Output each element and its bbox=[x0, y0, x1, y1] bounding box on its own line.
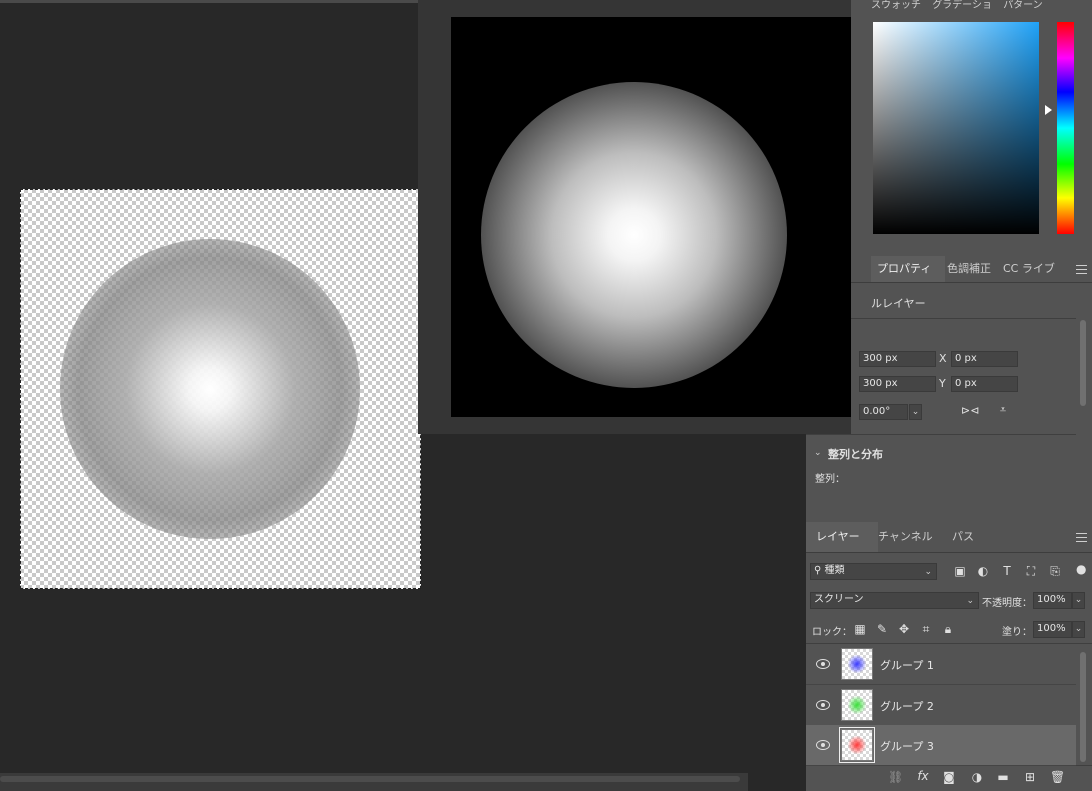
layers-menu-icon[interactable] bbox=[1076, 533, 1087, 542]
chevron-down-icon: ⌄ bbox=[966, 596, 974, 606]
eye-icon[interactable] bbox=[816, 659, 830, 669]
chevron-down-icon: ⌄ bbox=[924, 567, 932, 577]
lock-pixels-icon[interactable]: ✎ bbox=[876, 622, 888, 636]
layer-name[interactable]: グループ 3 bbox=[880, 738, 934, 754]
link-icon[interactable]: ⛓ bbox=[888, 770, 903, 784]
opacity-field[interactable]: 100% bbox=[1033, 592, 1072, 609]
lock-all-icon[interactable]: 🔒︎ bbox=[942, 622, 954, 637]
tab-swatches[interactable]: スウォッチ bbox=[871, 0, 921, 10]
filter-adjustment-icon[interactable]: ◐ bbox=[976, 564, 990, 578]
hue-slider-marker[interactable] bbox=[1045, 105, 1052, 115]
transparent-canvas[interactable] bbox=[20, 189, 421, 589]
x-label: X bbox=[939, 352, 947, 365]
trash-icon[interactable]: 🗑︎ bbox=[1050, 770, 1065, 784]
angle-field[interactable]: 0.00° bbox=[859, 404, 908, 420]
properties-tab-row: プロパティ 色調補正 CC ライブ bbox=[851, 256, 1092, 283]
y-label: Y bbox=[939, 377, 946, 390]
new-layer-icon[interactable]: ⊞ bbox=[1023, 770, 1037, 784]
flip-vertical-icon[interactable]: ⩡ bbox=[996, 403, 1010, 417]
layer-row-selected[interactable]: グループ 3 bbox=[806, 725, 1076, 766]
blend-mode-label: スクリーン bbox=[814, 594, 864, 605]
tab-properties[interactable]: プロパティ bbox=[871, 256, 945, 282]
layers-scrollbar[interactable] bbox=[1080, 652, 1086, 762]
lock-transparency-icon[interactable]: ▦ bbox=[854, 622, 866, 636]
tab-channels[interactable]: チャンネル bbox=[878, 522, 933, 552]
gray-glow-image bbox=[60, 239, 360, 539]
fill-label: 塗り： bbox=[1002, 627, 1032, 638]
chevron-down-icon[interactable]: ⌄ bbox=[814, 448, 822, 458]
height-field[interactable]: 300 px bbox=[859, 376, 936, 392]
filter-toggle-icon[interactable]: ● bbox=[1076, 562, 1086, 576]
eye-icon[interactable] bbox=[816, 740, 830, 750]
align-label: 整列： bbox=[815, 474, 845, 485]
adjustment-icon[interactable]: ◑ bbox=[970, 770, 984, 784]
layer-filter-dropdown[interactable]: ⚲ 種類 ⌄ bbox=[810, 563, 937, 580]
lock-label: ロック： bbox=[812, 627, 852, 638]
tab-adjustments[interactable]: 色調補正 bbox=[947, 256, 991, 282]
properties-panel-lower: ⌄ 整列と分布 整列： bbox=[806, 434, 1092, 522]
x-field[interactable]: 0 px bbox=[951, 351, 1018, 367]
blend-mode-dropdown[interactable]: スクリーン ⌄ bbox=[810, 592, 979, 609]
fill-dropdown[interactable]: ⌄ bbox=[1072, 621, 1085, 638]
flip-horizontal-icon[interactable]: ⊳⊲ bbox=[961, 404, 979, 417]
filter-shape-icon[interactable]: ⛶ bbox=[1024, 564, 1038, 579]
thumbnail-glow bbox=[848, 736, 866, 754]
layer-thumbnail bbox=[841, 689, 873, 721]
tab-patterns[interactable]: パターン bbox=[1003, 0, 1043, 10]
filter-pixel-icon[interactable]: ▣ bbox=[953, 564, 967, 578]
folder-icon[interactable]: ▬ bbox=[996, 770, 1010, 784]
white-glow-image bbox=[481, 82, 787, 388]
fill-field[interactable]: 100% bbox=[1033, 621, 1072, 638]
lock-position-icon[interactable]: ✥ bbox=[898, 622, 910, 636]
angle-dropdown[interactable]: ⌄ bbox=[909, 404, 922, 420]
chevron-down-icon: ⌄ bbox=[1074, 624, 1083, 634]
filter-smart-object-icon[interactable]: ⎘ bbox=[1048, 564, 1062, 579]
layers-tab-row: レイヤー チャンネル パス bbox=[806, 522, 1092, 553]
layer-row[interactable]: グループ 2 bbox=[806, 685, 1076, 726]
chevron-down-icon: ⌄ bbox=[911, 407, 920, 417]
horizontal-scrollbar[interactable] bbox=[0, 776, 740, 782]
color-picker-field[interactable] bbox=[873, 22, 1039, 234]
tab-gradients[interactable]: グラデーショ bbox=[932, 0, 992, 10]
document-tab-strip bbox=[0, 0, 418, 3]
filter-kind-label: 種類 bbox=[824, 565, 845, 576]
properties-panel: プロパティ 色調補正 CC ライブ ルレイヤー 300 px X 0 px 30… bbox=[851, 256, 1092, 434]
thumbnail-glow bbox=[848, 655, 866, 673]
black-preview-canvas[interactable] bbox=[451, 17, 851, 417]
eye-icon[interactable] bbox=[816, 700, 830, 710]
color-panel-tabs: スウォッチ グラデーショ パターン bbox=[871, 0, 1051, 10]
tab-cc-libraries[interactable]: CC ライブ bbox=[1003, 256, 1055, 282]
layer-name[interactable]: グループ 1 bbox=[880, 657, 934, 673]
layer-kind-label: ルレイヤー bbox=[871, 297, 926, 310]
properties-scrollbar[interactable] bbox=[1080, 320, 1086, 406]
hue-slider[interactable] bbox=[1057, 22, 1074, 234]
layer-thumbnail bbox=[841, 648, 873, 680]
lock-artboard-icon[interactable]: ⌗ bbox=[920, 622, 932, 637]
divider bbox=[851, 318, 1076, 319]
align-section-title[interactable]: 整列と分布 bbox=[828, 446, 883, 462]
opacity-dropdown[interactable]: ⌄ bbox=[1072, 592, 1085, 609]
width-field[interactable]: 300 px bbox=[859, 351, 936, 367]
divider bbox=[806, 434, 1076, 435]
layer-name[interactable]: グループ 2 bbox=[880, 698, 934, 714]
opacity-label: 不透明度： bbox=[982, 598, 1032, 609]
tab-layers[interactable]: レイヤー bbox=[806, 522, 878, 552]
properties-menu-icon[interactable] bbox=[1076, 265, 1087, 274]
tab-paths[interactable]: パス bbox=[952, 522, 974, 552]
thumbnail-glow bbox=[848, 696, 866, 714]
layer-thumbnail bbox=[839, 727, 875, 763]
fx-icon[interactable]: fx bbox=[914, 769, 932, 783]
chevron-down-icon: ⌄ bbox=[1074, 595, 1083, 605]
filter-type-icon[interactable]: T bbox=[1000, 564, 1014, 578]
search-icon: ⚲ bbox=[814, 565, 822, 576]
y-field[interactable]: 0 px bbox=[951, 376, 1018, 392]
layer-row[interactable]: グループ 1 bbox=[806, 644, 1076, 685]
mask-icon[interactable]: ◙ bbox=[942, 770, 956, 784]
